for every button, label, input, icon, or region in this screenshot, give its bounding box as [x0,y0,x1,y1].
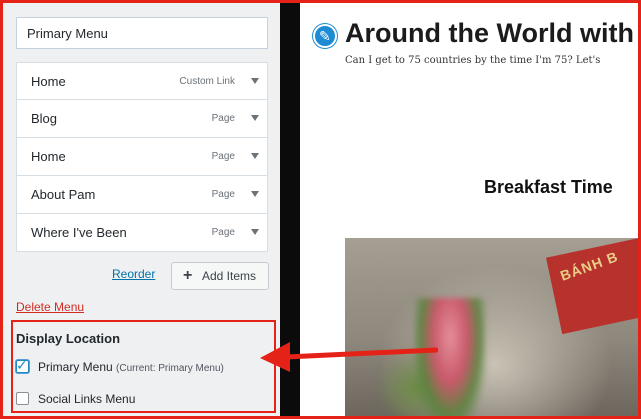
delete-menu-link[interactable]: Delete Menu [16,300,84,314]
pencil-icon: ✎ [319,28,331,44]
add-items-label: Add Items [202,269,257,283]
edit-shortcut-button[interactable]: ✎ [313,24,337,48]
menu-item-type: Page [211,189,235,200]
menu-item[interactable]: Home Page [16,138,268,176]
menu-item[interactable]: Where I've Been Page [16,214,268,252]
annotation-arrow-icon [260,342,438,372]
primary-menu-label-text: Primary Menu [38,360,113,374]
check-icon: ✓ [16,357,28,373]
menu-item[interactable]: About Pam Page [16,176,268,214]
menu-item-type: Page [211,151,235,162]
menu-item-type: Page [211,113,235,124]
plus-icon: + [183,267,193,284]
menu-name-input[interactable] [16,17,268,49]
menu-item-type: Page [211,227,235,238]
customizer-panel: Home Custom Link Blog Page Home Page Abo… [3,3,280,416]
menu-item-title: About Pam [31,187,96,202]
triangle-down-icon[interactable] [251,115,259,121]
triangle-down-icon[interactable] [251,153,259,159]
primary-menu-label[interactable]: Primary Menu (Current: Primary Menu) [38,360,224,374]
menu-item[interactable]: Home Custom Link [16,62,268,100]
menu-items-list: Home Custom Link Blog Page Home Page Abo… [16,62,268,252]
post-title[interactable]: Breakfast Time [484,177,613,198]
site-title: Around the World with [345,18,634,48]
reorder-link[interactable]: Reorder [112,267,155,281]
display-location-heading: Display Location [16,331,121,346]
menu-item[interactable]: Blog Page [16,100,268,138]
triangle-down-icon[interactable] [251,78,259,84]
menu-item-title: Blog [31,111,58,126]
menu-item-title: Home [31,149,66,164]
primary-menu-checkbox[interactable]: ✓ [16,357,29,373]
menu-item-title: Where I've Been [31,225,127,240]
photo-red-sign [546,238,638,335]
post-featured-image: BÁNH B [345,238,638,416]
primary-menu-note: (Current: Primary Menu) [116,363,224,374]
triangle-down-icon[interactable] [251,229,259,235]
triangle-down-icon[interactable] [251,191,259,197]
social-links-label[interactable]: Social Links Menu [38,392,135,406]
site-tagline: Can I get to 75 countries by the time I'… [345,55,601,66]
add-items-button[interactable]: + Add Items [171,262,269,290]
menu-item-title: Home [31,74,66,89]
menu-item-type: Custom Link [179,76,235,87]
social-links-checkbox[interactable] [16,392,29,405]
